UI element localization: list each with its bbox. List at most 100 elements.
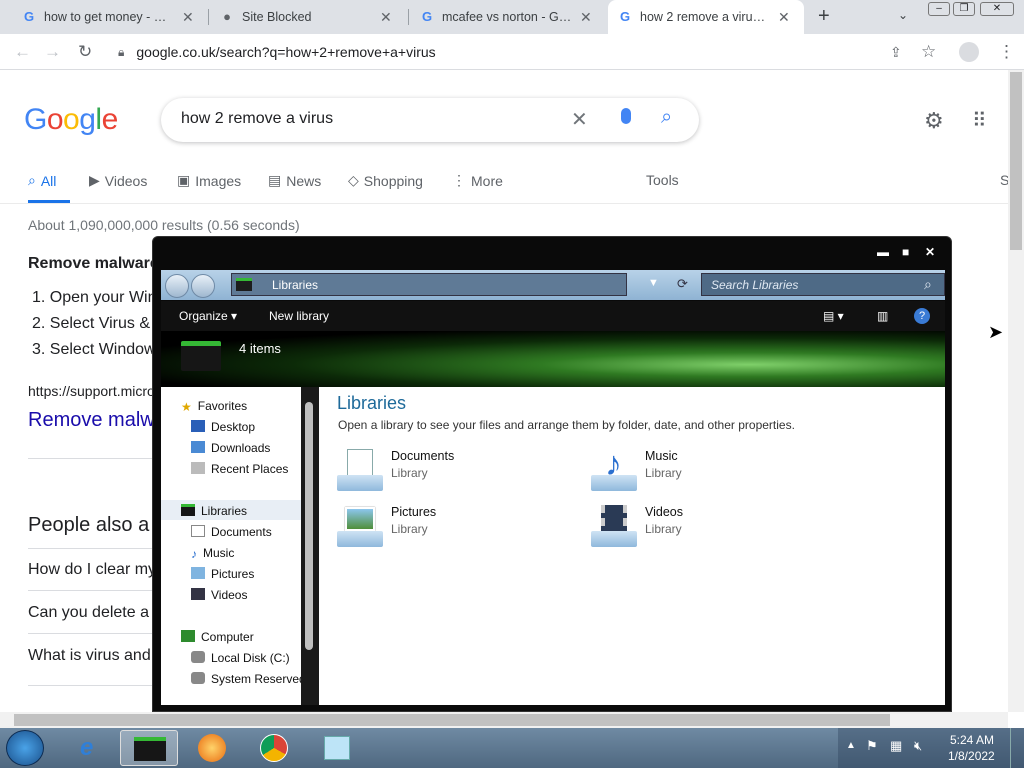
explorer-window[interactable]: ▬ ■ ✕ Libraries ▼ ⟳ Search Libraries ⌕ O… xyxy=(152,236,952,712)
nav-recent-places[interactable]: Recent Places xyxy=(191,462,288,476)
nav-images[interactable]: ▣ Images xyxy=(177,172,241,189)
library-icon xyxy=(236,278,252,291)
address-bar[interactable]: 🔒︎ google.co.uk/search?q=how+2+remove+a+… xyxy=(110,38,910,66)
new-library-button[interactable]: New library xyxy=(269,309,329,323)
media-player-icon[interactable] xyxy=(184,730,242,766)
restore-icon[interactable]: ❐ xyxy=(953,2,975,16)
minimize-icon[interactable]: – xyxy=(928,2,950,16)
horizontal-scroll-thumb[interactable] xyxy=(14,714,890,726)
close-icon[interactable]: ✕ xyxy=(580,9,592,26)
nav-scrollbar-thumb[interactable] xyxy=(305,402,313,650)
nav-videos[interactable]: ▶ Videos xyxy=(89,172,147,189)
vertical-scroll-thumb[interactable] xyxy=(1010,72,1022,250)
search-libraries-box[interactable]: Search Libraries ⌕ xyxy=(701,273,945,296)
nav-videos[interactable]: Videos xyxy=(191,588,247,602)
library-music[interactable]: ♪ Music Library xyxy=(591,445,682,493)
maximize-icon[interactable]: ■ xyxy=(902,245,909,259)
chrome-icon[interactable] xyxy=(246,730,304,766)
question-item[interactable]: How do I clear my xyxy=(28,561,156,579)
reload-icon[interactable]: ↻ xyxy=(78,42,92,62)
tab-search-icon[interactable]: ⌄ xyxy=(898,8,908,22)
start-button[interactable] xyxy=(6,730,44,766)
network-icon[interactable]: ▦ xyxy=(890,738,902,754)
preview-pane-icon[interactable]: ▥ xyxy=(877,309,888,323)
back-icon[interactable]: ← xyxy=(14,42,31,62)
forward-icon[interactable]: → xyxy=(44,42,61,62)
close-icon[interactable]: ✕ xyxy=(380,9,392,26)
nav-desktop[interactable]: Desktop xyxy=(191,420,255,434)
music-library-icon: ♪ xyxy=(591,445,637,493)
tab-3[interactable]: G mcafee vs norton - Goog ✕ xyxy=(410,0,606,34)
volume-muted-icon[interactable]: 🔇︎ xyxy=(914,738,922,754)
divider xyxy=(28,458,158,459)
apps-grid-icon[interactable]: ⠿ xyxy=(972,108,987,133)
refresh-icon[interactable]: ⟳ xyxy=(677,276,688,292)
new-tab-button[interactable]: + xyxy=(818,5,830,28)
library-pictures[interactable]: Pictures Library xyxy=(337,505,436,549)
library-videos[interactable]: Videos Library xyxy=(591,505,683,549)
clock-time[interactable]: 5:24 AM xyxy=(950,733,994,747)
nav-documents[interactable]: Documents xyxy=(191,525,272,539)
search-icon[interactable]: ⌕ xyxy=(924,276,932,293)
nav-computer[interactable]: Computer xyxy=(181,630,254,644)
nav-news[interactable]: ▤ News xyxy=(268,172,321,189)
nav-all[interactable]: ⌕ All xyxy=(28,172,56,189)
bookmark-star-icon[interactable]: ☆ xyxy=(921,42,936,62)
google-logo[interactable]: Google xyxy=(24,103,118,137)
close-icon[interactable]: ✕ xyxy=(182,9,194,26)
nav-libraries[interactable]: Libraries xyxy=(181,504,247,518)
show-desktop-button[interactable] xyxy=(1010,728,1024,768)
snippet-title: Remove malware xyxy=(28,255,159,272)
flag-icon[interactable]: ⚑ xyxy=(866,738,878,754)
library-documents[interactable]: Documents Library xyxy=(337,449,454,493)
address-text: Libraries xyxy=(272,278,319,292)
result-link[interactable]: Remove malw xyxy=(28,409,155,432)
explorer-taskbar-icon[interactable] xyxy=(120,730,178,766)
downloads-icon xyxy=(191,441,205,453)
disk-icon xyxy=(191,651,205,663)
menu-dots-icon[interactable]: ⋮ xyxy=(998,42,1015,62)
settings-gear-icon[interactable]: ⚙ xyxy=(924,108,944,134)
dropdown-arrow-icon[interactable]: ▼ xyxy=(648,277,659,289)
snippet-step: 3. Select Window xyxy=(32,341,156,358)
clear-icon[interactable]: ✕ xyxy=(571,107,588,132)
back-icon[interactable] xyxy=(165,274,189,298)
nav-favorites[interactable]: ★ Favorites xyxy=(181,399,247,414)
close-icon[interactable]: ✕ xyxy=(925,245,935,259)
nav-shopping[interactable]: ◇ Shopping xyxy=(348,172,423,189)
tab-2[interactable]: ● Site Blocked ✕ xyxy=(210,0,406,34)
search-input[interactable]: how 2 remove a virus xyxy=(181,110,333,128)
share-icon[interactable]: ⇪ xyxy=(890,44,902,61)
question-item[interactable]: Can you delete a xyxy=(28,604,149,622)
help-icon[interactable]: ? xyxy=(914,308,930,324)
question-item[interactable]: What is virus and xyxy=(28,647,151,665)
close-icon[interactable]: ✕ xyxy=(778,9,790,26)
result-cite[interactable]: https://support.micro xyxy=(28,383,155,399)
internet-explorer-icon[interactable]: e xyxy=(62,730,120,766)
tag-icon: ◇ xyxy=(348,172,359,188)
search-placeholder[interactable]: Search Libraries xyxy=(711,278,798,292)
show-hidden-icons-icon[interactable]: ▲ xyxy=(846,740,856,751)
nav-system-reserved[interactable]: System Reserved xyxy=(191,672,306,686)
nav-local-disk[interactable]: Local Disk (C:) xyxy=(191,651,290,665)
minimize-icon[interactable]: ▬ xyxy=(877,245,889,259)
tab-4-active[interactable]: G how 2 remove a virus - G ✕ xyxy=(608,0,804,34)
nav-downloads[interactable]: Downloads xyxy=(191,441,270,455)
library-large-icon xyxy=(181,341,221,371)
address-box[interactable]: Libraries ▼ xyxy=(231,273,659,296)
nav-pictures[interactable]: Pictures xyxy=(191,567,254,581)
profile-avatar[interactable] xyxy=(959,42,979,62)
search-icon[interactable]: ⌕ xyxy=(661,106,672,129)
view-options-icon[interactable]: ▤ ▾ xyxy=(823,309,844,323)
tab-1[interactable]: G how to get money - Goo ✕ xyxy=(12,0,208,34)
search-box[interactable]: how 2 remove a virus ✕ ⌕ xyxy=(161,98,699,142)
nav-more[interactable]: ⋮ More xyxy=(452,172,503,189)
microphone-icon[interactable] xyxy=(621,108,631,124)
close-window-icon[interactable]: ✕ xyxy=(980,2,1014,16)
clock-date[interactable]: 1/8/2022 xyxy=(948,749,995,763)
organize-button[interactable]: Organize ▾ xyxy=(179,309,237,323)
nav-tools[interactable]: Tools xyxy=(646,172,679,188)
forward-icon[interactable] xyxy=(191,274,215,298)
notepad-icon[interactable] xyxy=(308,730,366,766)
nav-music[interactable]: ♪ Music xyxy=(191,546,234,561)
